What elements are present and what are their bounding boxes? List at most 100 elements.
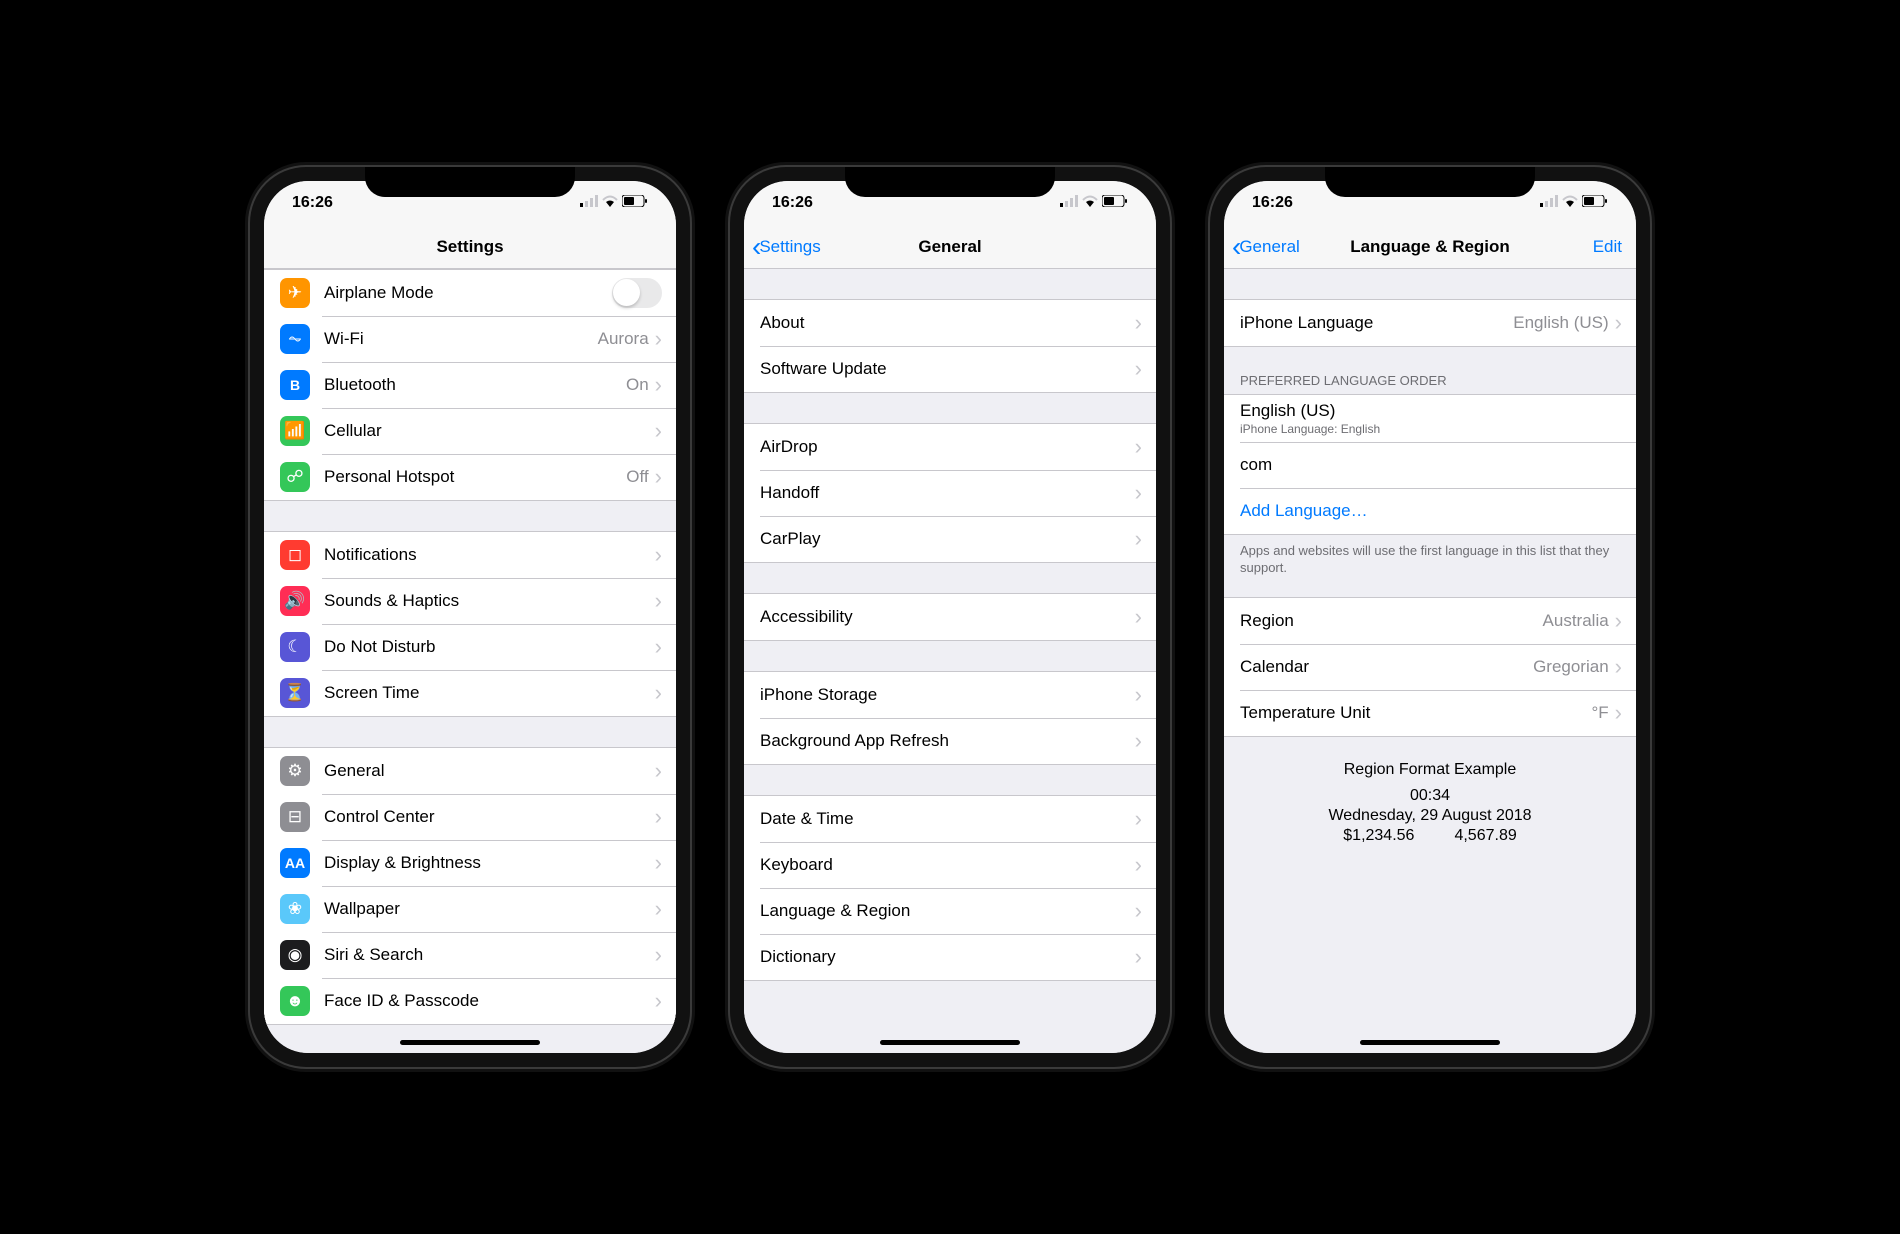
settings-row-screen-time[interactable]: ⏳Screen Time› [264, 670, 676, 716]
notch [845, 167, 1055, 197]
language-content[interactable]: iPhone Language English (US) › PREFERRED… [1224, 269, 1636, 1053]
iphone-language-row[interactable]: iPhone Language English (US) › [1224, 300, 1636, 346]
chevron-right-icon: › [1135, 682, 1142, 708]
about-group: About›Software Update› [744, 299, 1156, 393]
back-button[interactable]: ‹General [1232, 233, 1300, 261]
chevron-right-icon: › [1135, 806, 1142, 832]
calendar-row[interactable]: Calendar Gregorian › [1224, 644, 1636, 690]
status-icons [580, 194, 648, 212]
system-group: ⚙General›⊟Control Center›AADisplay & Bri… [264, 747, 676, 1025]
phone-settings: 16:26 Settings ✈Airplane Mode⏦Wi-FiAuror… [250, 167, 690, 1067]
chevron-right-icon: › [1135, 526, 1142, 552]
temperature-row[interactable]: Temperature Unit °F › [1224, 690, 1636, 736]
back-label: Settings [759, 237, 820, 257]
settings-row-notifications[interactable]: ◻ Notifications› [264, 532, 676, 578]
row-label: Face ID & Passcode [324, 991, 655, 1011]
row-label: com [1240, 455, 1622, 475]
row-label: Software Update [760, 359, 1135, 379]
navbar: ‹Settings General [744, 225, 1156, 269]
wallpaper-icon: ❀ [280, 894, 310, 924]
general-row-language-region[interactable]: Language & Region› [744, 888, 1156, 934]
settings-content[interactable]: ✈Airplane Mode⏦Wi-FiAurora›BBluetoothOn›… [264, 269, 676, 1053]
edit-button[interactable]: Edit [1593, 237, 1622, 257]
settings-row-wallpaper[interactable]: ❀Wallpaper› [264, 886, 676, 932]
row-value: °F [1591, 703, 1608, 723]
row-label: Do Not Disturb [324, 637, 655, 657]
language-row-english[interactable]: English (US) iPhone Language: English [1224, 395, 1636, 442]
general-row-accessibility[interactable]: Accessibility› [744, 594, 1156, 640]
row-label: Calendar [1240, 657, 1533, 677]
chevron-right-icon: › [1135, 898, 1142, 924]
chevron-right-icon: › [655, 372, 662, 398]
iphone-language-group: iPhone Language English (US) › [1224, 299, 1636, 347]
general-content[interactable]: About›Software Update› AirDrop›Handoff›C… [744, 269, 1156, 1053]
row-label: Temperature Unit [1240, 703, 1591, 723]
region-row[interactable]: Region Australia › [1224, 598, 1636, 644]
general-row-software-update[interactable]: Software Update› [744, 346, 1156, 392]
settings-row-personal-hotspot[interactable]: ☍Personal HotspotOff› [264, 454, 676, 500]
general-icon: ⚙ [280, 756, 310, 786]
display-icon: AA [280, 848, 310, 878]
toggle-switch[interactable] [612, 278, 662, 308]
settings-row-control-center[interactable]: ⊟Control Center› [264, 794, 676, 840]
example-time: 00:34 [1240, 787, 1620, 805]
settings-row-sounds-haptics[interactable]: 🔊Sounds & Haptics› [264, 578, 676, 624]
settings-row-face-id-passcode[interactable]: ☻Face ID & Passcode› [264, 978, 676, 1024]
home-indicator[interactable] [880, 1040, 1020, 1045]
row-label: CarPlay [760, 529, 1135, 549]
chevron-right-icon: › [655, 542, 662, 568]
preferred-footer: Apps and websites will use the first lan… [1224, 535, 1636, 585]
row-label: Notifications [324, 545, 655, 565]
siri-icon: ◉ [280, 940, 310, 970]
page-title: General [918, 237, 981, 257]
chevron-right-icon: › [1615, 654, 1622, 680]
chevron-right-icon: › [1135, 310, 1142, 336]
chevron-right-icon: › [1135, 434, 1142, 460]
settings-row-do-not-disturb[interactable]: ☾Do Not Disturb› [264, 624, 676, 670]
chevron-right-icon: › [655, 588, 662, 614]
chevron-right-icon: › [1135, 852, 1142, 878]
general-row-dictionary[interactable]: Dictionary› [744, 934, 1156, 980]
general-row-background-app-refresh[interactable]: Background App Refresh› [744, 718, 1156, 764]
home-indicator[interactable] [1360, 1040, 1500, 1045]
screen: 16:26 Settings ✈Airplane Mode⏦Wi-FiAuror… [264, 181, 676, 1053]
row-value: English (US) [1513, 313, 1608, 333]
chevron-right-icon: › [655, 850, 662, 876]
add-language-row[interactable]: Add Language… [1224, 488, 1636, 534]
settings-row-wi-fi[interactable]: ⏦Wi-FiAurora› [264, 316, 676, 362]
settings-row-bluetooth[interactable]: BBluetoothOn› [264, 362, 676, 408]
settings-row-general[interactable]: ⚙General› [264, 748, 676, 794]
notch [365, 167, 575, 197]
back-button[interactable]: ‹Settings [752, 233, 821, 261]
settings-row-cellular[interactable]: 📶Cellular› [264, 408, 676, 454]
general-row-date-time[interactable]: Date & Time› [744, 796, 1156, 842]
chevron-right-icon: › [1615, 608, 1622, 634]
general-row-carplay[interactable]: CarPlay› [744, 516, 1156, 562]
settings-row-airplane-mode[interactable]: ✈Airplane Mode [264, 270, 676, 316]
chevron-right-icon: › [1135, 480, 1142, 506]
notifications-icon: ◻ [280, 540, 310, 570]
page-title: Settings [436, 237, 503, 257]
row-label: Bluetooth [324, 375, 626, 395]
example-currency: $1,234.56 [1343, 827, 1414, 845]
sounds-icon: 🔊 [280, 586, 310, 616]
phone-general: 16:26 ‹Settings General About›Software U… [730, 167, 1170, 1067]
example-number: 4,567.89 [1454, 827, 1516, 845]
general-row-airdrop[interactable]: AirDrop› [744, 424, 1156, 470]
row-label: Date & Time [760, 809, 1135, 829]
general-row-handoff[interactable]: Handoff› [744, 470, 1156, 516]
alerts-group: ◻Notifications›🔊Sounds & Haptics›☾Do Not… [264, 531, 676, 717]
chevron-right-icon: › [655, 896, 662, 922]
general-row-iphone-storage[interactable]: iPhone Storage› [744, 672, 1156, 718]
settings-row-display-brightness[interactable]: AADisplay & Brightness› [264, 840, 676, 886]
controlcenter-icon: ⊟ [280, 802, 310, 832]
home-indicator[interactable] [400, 1040, 540, 1045]
phone-language-region: 16:26 ‹General Language & Region Edit iP… [1210, 167, 1650, 1067]
general-row-about[interactable]: About› [744, 300, 1156, 346]
row-label: iPhone Language [1240, 313, 1513, 333]
row-label: Language & Region [760, 901, 1135, 921]
language-row-com[interactable]: com [1224, 442, 1636, 488]
general-row-keyboard[interactable]: Keyboard› [744, 842, 1156, 888]
navbar: ‹General Language & Region Edit [1224, 225, 1636, 269]
settings-row-siri-search[interactable]: ◉Siri & Search› [264, 932, 676, 978]
